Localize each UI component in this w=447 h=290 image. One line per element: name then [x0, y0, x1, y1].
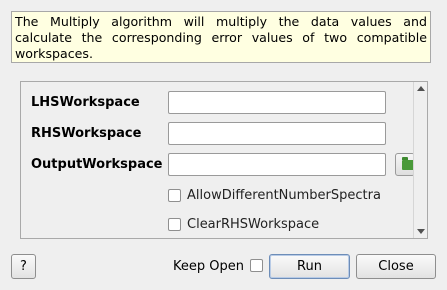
output-workspace-label: OutputWorkspace — [31, 157, 163, 172]
lhs-workspace-input[interactable] — [168, 91, 386, 114]
browse-output-button[interactable] — [395, 153, 415, 176]
property-row-rhs: RHSWorkspace — [21, 122, 427, 146]
output-workspace-input[interactable] — [168, 153, 386, 176]
allow-different-number-spectra-checkbox[interactable] — [168, 189, 181, 202]
keep-open-label: Keep Open — [173, 259, 244, 274]
rhs-workspace-input[interactable] — [168, 122, 386, 145]
scrollbar-thumb[interactable] — [416, 96, 425, 223]
property-row-lhs: LHSWorkspace — [21, 91, 427, 115]
clear-rhs-workspace-checkbox[interactable] — [168, 218, 181, 231]
properties-scrollbar[interactable] — [413, 82, 427, 238]
help-button[interactable]: ? — [11, 254, 36, 279]
scroll-down-arrow-icon[interactable] — [417, 229, 425, 234]
scroll-up-arrow-icon[interactable] — [417, 86, 425, 91]
close-button[interactable]: Close — [356, 254, 436, 279]
algorithm-description: The Multiply algorithm will multiply the… — [11, 11, 431, 63]
keep-open-checkbox[interactable] — [250, 259, 263, 272]
property-row-output: OutputWorkspace — [21, 153, 427, 177]
clear-rhs-workspace-label: ClearRHSWorkspace — [187, 217, 320, 232]
description-line-3: workspaces. — [15, 46, 93, 61]
description-line-2: calculate the corresponding error values… — [15, 30, 427, 45]
description-line-1: The Multiply algorithm will multiply the… — [15, 14, 427, 29]
algorithm-dialog: The Multiply algorithm will multiply the… — [0, 0, 447, 290]
allow-different-number-spectra-label: AllowDifferentNumberSpectra — [187, 188, 381, 203]
properties-panel: LHSWorkspace RHSWorkspace OutputWorkspac… — [20, 81, 428, 239]
run-button[interactable]: Run — [269, 254, 350, 279]
lhs-workspace-label: LHSWorkspace — [31, 95, 140, 110]
rhs-workspace-label: RHSWorkspace — [31, 126, 142, 141]
